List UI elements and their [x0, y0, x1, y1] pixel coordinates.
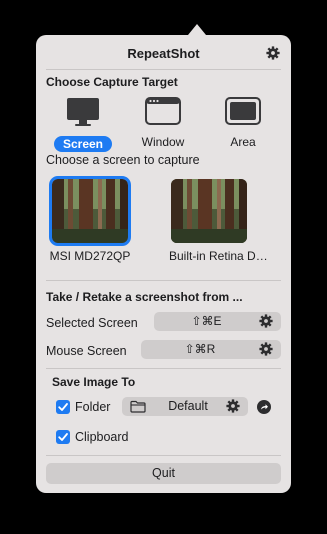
folder-icon — [130, 400, 146, 413]
forest-wallpaper-image — [171, 179, 247, 243]
clipboard-checkbox-label: Clipboard — [75, 430, 129, 444]
target-screen-label: Screen — [53, 136, 113, 152]
folder-gear-icon[interactable] — [226, 399, 240, 413]
target-window-label: Window — [141, 135, 185, 149]
mouse-screen-shortcut-keys: ⇧⌘R — [184, 342, 216, 356]
divider — [46, 368, 281, 369]
popover-arrow — [188, 24, 206, 35]
screen-thumbnail-msi[interactable] — [49, 176, 131, 246]
target-area-option[interactable]: Area — [208, 97, 278, 151]
target-area-label: Area — [230, 135, 256, 149]
folder-checkbox[interactable] — [56, 400, 70, 414]
selected-screen-shortcut-keys: ⇧⌘E — [191, 314, 222, 328]
screen-prompt: Choose a screen to capture — [46, 153, 200, 167]
window-icon — [128, 97, 198, 130]
folder-name: Default — [168, 399, 208, 413]
selected-screen-gear-icon[interactable] — [259, 314, 273, 328]
app-title: RepeatShot — [127, 46, 200, 61]
selected-screen-label: Selected Screen — [46, 316, 138, 330]
folder-select-button[interactable]: Default — [122, 397, 248, 416]
folder-checkbox-label: Folder — [75, 400, 111, 414]
area-icon — [208, 97, 278, 130]
quit-button[interactable]: Quit — [46, 463, 281, 484]
retake-heading: Take / Retake a screenshot from ... — [46, 290, 243, 304]
target-window-option[interactable]: Window — [128, 97, 198, 151]
screen-label-builtin: Built-in Retina Display — [169, 249, 269, 263]
forest-wallpaper-image — [52, 179, 128, 243]
screen-label-msi: MSI MD272QP — [49, 249, 131, 263]
mouse-screen-label: Mouse Screen — [46, 344, 127, 358]
divider — [46, 280, 281, 281]
mouse-screen-gear-icon[interactable] — [259, 342, 273, 356]
selected-screen-shortcut-button[interactable]: ⇧⌘E — [154, 312, 281, 331]
repeatshot-popover: RepeatShot Choose Capture Target Screen … — [36, 35, 291, 493]
capture-target-heading: Choose Capture Target — [46, 75, 178, 89]
mouse-screen-shortcut-button[interactable]: ⇧⌘R — [141, 340, 281, 359]
monitor-icon — [48, 97, 118, 132]
open-folder-arrow-icon[interactable] — [257, 400, 271, 414]
settings-gear-icon[interactable] — [266, 46, 280, 60]
divider — [46, 69, 281, 70]
screen-thumbnail-builtin[interactable] — [171, 179, 247, 243]
target-screen-option[interactable]: Screen — [48, 97, 118, 153]
save-heading: Save Image To — [52, 375, 136, 389]
clipboard-checkbox[interactable] — [56, 430, 70, 444]
divider — [46, 455, 281, 456]
